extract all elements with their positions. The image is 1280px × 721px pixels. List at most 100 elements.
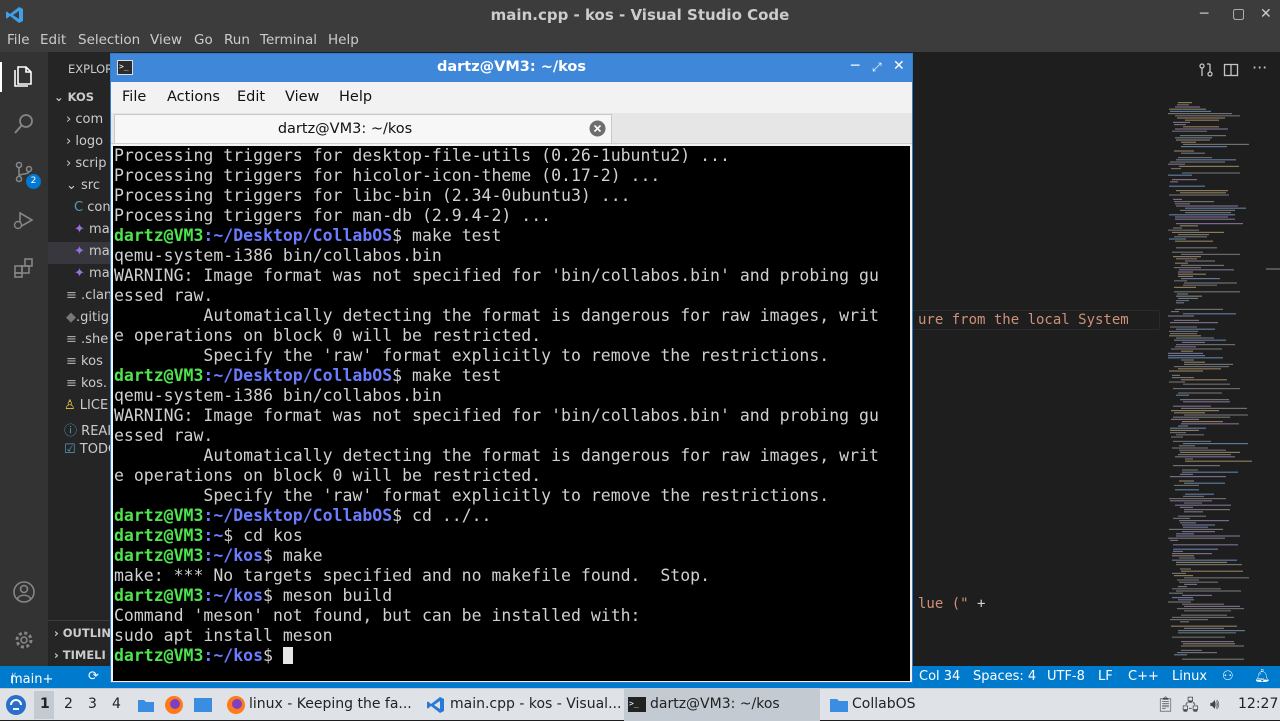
menu-terminal[interactable]: Terminal [260,32,317,48]
minimap-line [1183,495,1204,497]
minimap-line [1173,227,1182,229]
tree-item[interactable]: ≡ .she [66,332,108,347]
minimap-line [1176,159,1236,161]
folder-kos[interactable]: ⌄ KOS [54,90,94,104]
encoding[interactable]: UTF-8 [1047,669,1085,684]
menu-help[interactable]: Help [339,89,372,105]
notifications-icon[interactable]: 🔔︎ [1254,669,1271,684]
minimap-line [1170,476,1226,478]
more-actions-icon[interactable]: ··· [1252,58,1272,77]
menu-selection[interactable]: Selection [78,32,140,48]
language-mode[interactable]: C++ [1128,669,1159,684]
tree-item[interactable]: ✦ ma [74,266,110,281]
maximize-icon[interactable]: ⤢ [872,60,882,75]
minimap-line [1170,161,1225,163]
output-line: e operations on block 0 will be restrict… [114,466,542,485]
explorer-icon[interactable] [12,64,36,88]
tree-item[interactable]: ✦ ma [74,222,110,237]
firefox-launcher-icon[interactable] [164,695,184,715]
volume-icon[interactable]: 🔊︎ [1210,695,1219,713]
account-icon[interactable] [12,580,36,604]
split-editor-icon[interactable] [1223,62,1239,78]
tree-item[interactable]: ≡ kos. [66,376,107,391]
tree-item[interactable]: ♙ LICE [64,398,108,413]
tree-item[interactable]: ≡ .clan [66,288,112,303]
outline-section[interactable]: › OUTLIN [54,626,111,640]
cpp-file-icon: ✦ [74,244,85,259]
sync-icon[interactable]: ⟳ [88,669,99,684]
clock[interactable]: 12:27 [1238,696,1278,712]
line-ending[interactable]: LF [1098,669,1113,684]
menu-help[interactable]: Help [328,32,359,48]
open-changes-icon[interactable] [1198,62,1214,78]
menu-view[interactable]: View [150,32,182,48]
minimap-line [1170,333,1197,335]
extensions-icon[interactable] [12,256,36,280]
tree-item[interactable]: C con [74,200,111,215]
start-menu-icon[interactable] [5,694,27,716]
maximize-icon[interactable]: ▢ [1232,6,1245,22]
minimap-line [1168,355,1205,357]
menu-edit[interactable]: Edit [237,89,265,105]
task-file-manager[interactable]: CollabOS [825,689,945,721]
task-firefox[interactable]: linux - Keeping the fa... [222,689,418,721]
close-tab-icon[interactable] [589,120,606,137]
show-desktop-icon[interactable] [193,697,213,713]
minimap-line [1181,350,1193,352]
clipboard-icon[interactable]: 📋︎ [1156,695,1175,713]
workspace-4[interactable]: 4 [112,696,121,712]
terminal-titlebar[interactable]: >_ dartz@VM3: ~/kos ─ ⤢ ✕ [111,54,912,82]
task-vscode[interactable]: main.cpp - kos - Visual... [423,689,621,721]
minimap-line [1179,557,1195,559]
minimize-icon[interactable]: ─ [851,58,859,74]
tree-item[interactable]: ⓘ REAI [64,420,111,439]
tree-item[interactable]: › com [66,112,103,127]
workspace-3[interactable]: 3 [88,696,97,712]
info-icon: ⓘ [64,424,78,439]
run-debug-icon[interactable] [12,208,36,232]
menu-file[interactable]: File [7,32,30,48]
indentation[interactable]: Spaces: 4 [973,669,1036,684]
close-icon[interactable]: ✕ [893,58,905,74]
tree-item[interactable]: ◆.gitig [66,310,109,325]
os-indicator[interactable]: Linux [1172,669,1207,684]
workspace-2[interactable]: 2 [64,696,73,712]
close-icon[interactable]: ✕ [1260,6,1272,22]
tree-item[interactable]: › scrip [66,156,106,171]
tree-label: src [81,178,101,193]
minimap-line [1177,579,1199,581]
minimap-line [1178,515,1206,517]
minimap[interactable] [1168,102,1268,666]
cursor-position[interactable]: Col 34 [919,669,960,684]
feedback-icon[interactable]: ⚇ [1222,669,1234,684]
tree-item-src[interactable]: ⌄ src [66,178,100,193]
minimize-icon[interactable]: ─ [1200,6,1208,22]
minimap-line [1184,414,1248,416]
task-terminal[interactable]: >_ dartz@VM3: ~/kos [624,689,820,721]
tree-item-active[interactable]: ✦ ma [74,244,110,259]
terminal-window[interactable]: >_ dartz@VM3: ~/kos ─ ⤢ ✕ File Actions E… [110,53,913,683]
tree-item[interactable]: › logo [66,134,103,149]
search-icon[interactable] [12,112,36,136]
minimap-line [1184,282,1237,284]
terminal-tab[interactable]: dartz@VM3: ~/kos [114,114,612,143]
settings-gear-icon[interactable] [12,628,36,652]
network-icon[interactable]: 🖧︎ [1182,695,1199,720]
menu-file[interactable]: File [122,89,146,105]
minimap-line [1176,139,1210,141]
timeline-section[interactable]: › TIMELI [54,648,106,662]
tree-item[interactable]: ≡ kos [66,354,103,369]
minimap-line [1176,535,1240,537]
minimap-line [1171,418,1199,420]
menu-go[interactable]: Go [194,32,213,48]
menu-run[interactable]: Run [224,32,250,48]
editor-area[interactable]: ··· ure from the local System lue (" + [912,52,1280,666]
workspace-1[interactable]: 1 [40,696,50,712]
menu-edit[interactable]: Edit [40,32,66,48]
menu-view[interactable]: View [285,89,319,105]
scrollbar-thumb[interactable] [1266,268,1280,270]
menu-actions[interactable]: Actions [167,89,220,105]
output-line: Processing triggers for libc-bin (2.34-0… [114,186,631,205]
file-manager-launcher-icon[interactable] [137,697,155,713]
terminal-output[interactable]: Processing triggers for desktop-file-uti… [113,146,910,681]
